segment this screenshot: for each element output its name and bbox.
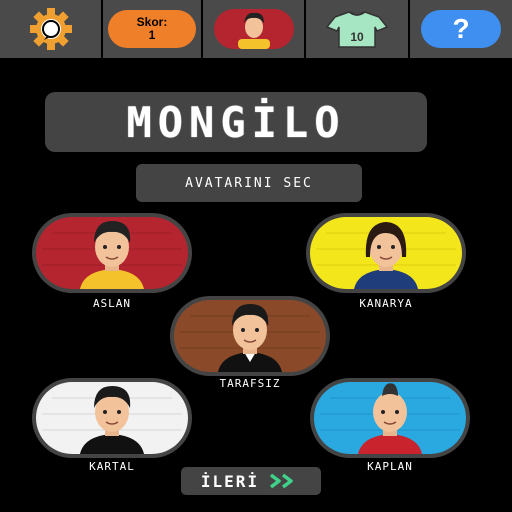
score-tile: Skor: 1 xyxy=(103,0,203,58)
avatar-tarafsiz-portrait xyxy=(170,296,330,376)
avatar-label-kaplan: KAPLAN xyxy=(367,460,413,473)
score-badge: Skor: 1 xyxy=(108,10,196,48)
game-title: MONGİLO xyxy=(126,97,346,147)
next-button-label: İLERİ xyxy=(200,471,260,491)
help-button[interactable]: ? xyxy=(410,0,512,58)
avatar-aslan-portrait xyxy=(32,213,192,293)
avatar-option-aslan[interactable]: ASLAN xyxy=(32,213,192,313)
gear-icon xyxy=(29,8,72,50)
score-value: 1 xyxy=(148,28,156,42)
avatar-label-aslan: ASLAN xyxy=(92,297,132,310)
avatar-label-tarafsiz: TARAFSIZ xyxy=(219,377,281,390)
avatar-label-kartal: KARTAL xyxy=(89,460,135,473)
top-bar: Skor: 1 10 ? xyxy=(0,0,512,58)
choose-avatar-panel: AVATARINI SEC xyxy=(136,164,362,202)
avatar-option-kartal[interactable]: KARTAL xyxy=(32,378,192,478)
avatar-kartal-portrait xyxy=(32,378,192,458)
jersey-number: 10 xyxy=(350,30,364,44)
avatar-option-kaplan[interactable]: KAPLAN xyxy=(310,378,470,478)
help-badge: ? xyxy=(421,10,501,48)
avatar-label-kanarya: KANARYA xyxy=(359,297,413,310)
avatar-kaplan-portrait xyxy=(310,378,470,458)
next-button[interactable]: İLERİ xyxy=(181,467,321,495)
settings-button[interactable] xyxy=(0,0,103,58)
profile-avatar-button[interactable] xyxy=(203,0,306,58)
avatar-kanarya-portrait xyxy=(306,213,466,293)
title-panel: MONGİLO xyxy=(45,92,427,152)
jersey-button[interactable]: 10 xyxy=(306,0,410,58)
jersey-icon: 10 xyxy=(325,11,389,48)
avatar-option-kanarya[interactable]: KANARYA xyxy=(306,213,466,313)
help-label: ? xyxy=(452,13,470,44)
choose-avatar-label: AVATARINI SEC xyxy=(185,175,313,191)
avatar-option-tarafsiz[interactable]: TARAFSIZ xyxy=(170,296,330,396)
player-avatar-icon xyxy=(213,9,294,49)
double-chevron-right-icon xyxy=(270,473,293,489)
